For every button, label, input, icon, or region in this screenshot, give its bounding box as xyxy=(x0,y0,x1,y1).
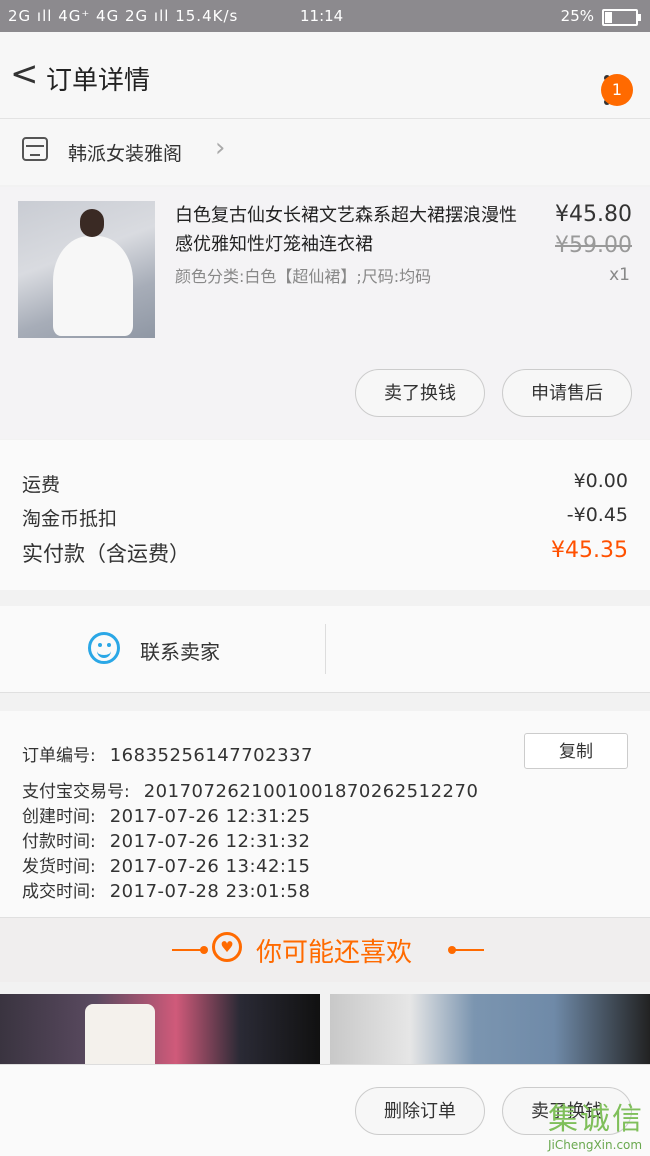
product-title: 白色复古仙女长裙文艺森系超大裙摆浪漫性感优雅知性灯笼袖连衣裙 xyxy=(175,205,517,255)
recommend-header: ♥ 你可能还喜欢 xyxy=(0,918,650,982)
completed-time-row: 成交时间: 2017-07-28 23:01:58 xyxy=(22,877,310,902)
store-icon xyxy=(22,137,48,161)
product-price: ¥45.80 xyxy=(555,202,632,227)
recommend-item-image[interactable] xyxy=(0,994,320,1064)
alipay-number-label: 支付宝交易号: xyxy=(22,782,130,802)
recommend-item-image[interactable] xyxy=(330,994,650,1064)
delete-order-button[interactable]: 删除订单 xyxy=(355,1087,485,1135)
eye-icon xyxy=(98,643,102,647)
shipped-time-value: 2017-07-26 13:42:15 xyxy=(109,856,311,877)
created-time-row: 创建时间: 2017-07-26 12:31:25 xyxy=(22,802,310,827)
clock: 11:14 xyxy=(300,7,344,25)
contact-seller-bar: 联系卖家 xyxy=(0,606,650,693)
heart-icon: ♥ xyxy=(212,932,242,962)
divider xyxy=(325,624,326,674)
order-number-label: 订单编号: xyxy=(22,746,96,766)
original-price: ¥59.00 xyxy=(555,233,632,258)
shipping-fee-row: 运费 ¥0.00 xyxy=(22,470,628,497)
created-time-label: 创建时间: xyxy=(22,807,96,827)
chevron-right-icon: › xyxy=(215,133,226,163)
watermark: 集诚信 JiChengXin.com xyxy=(548,1094,644,1152)
dress-shape xyxy=(53,236,133,336)
recommend-title: 你可能还喜欢 xyxy=(256,938,413,968)
page-title: 订单详情 xyxy=(46,66,151,96)
divider xyxy=(172,949,202,951)
smile-icon xyxy=(97,649,111,658)
bottom-action-bar: 删除订单 卖了换钱 集诚信 JiChengXin.com xyxy=(0,1064,650,1156)
resell-button[interactable]: 卖了换钱 xyxy=(355,369,485,417)
paid-time-label: 付款时间: xyxy=(22,832,96,852)
shop-name: 韩派女装雅阁 xyxy=(68,143,183,165)
completed-time-label: 成交时间: xyxy=(22,882,96,902)
completed-time-value: 2017-07-28 23:01:58 xyxy=(109,881,311,902)
phone-case-shape xyxy=(85,1004,155,1064)
coin-discount-value: -¥0.45 xyxy=(566,504,628,526)
after-sale-button[interactable]: 申请售后 xyxy=(502,369,632,417)
coin-discount-label: 淘金币抵扣 xyxy=(22,508,118,530)
product-spec: 颜色分类:白色【超仙裙】;尺码:均码 xyxy=(175,267,432,286)
dot-icon xyxy=(200,946,208,954)
battery-icon xyxy=(602,9,641,26)
shop-row[interactable]: 韩派女装雅阁 › xyxy=(0,119,650,185)
created-time-value: 2017-07-26 12:31:25 xyxy=(109,806,311,827)
alipay-number-value: 2017072621001001870262512270 xyxy=(143,781,479,802)
paid-time-value: 2017-07-26 12:31:32 xyxy=(109,831,311,852)
recommend-list xyxy=(0,994,650,1064)
contact-seller-button[interactable]: 联系卖家 xyxy=(140,636,220,665)
shipped-time-row: 发货时间: 2017-07-26 13:42:15 xyxy=(22,852,310,877)
order-number-value: 1683525614770233​7 xyxy=(109,745,313,766)
back-arrow-icon[interactable]: < xyxy=(10,57,39,91)
status-bar: 2G ıll 4G⁺ 4G 2G ıll 15.4K/s 11:14 25% xyxy=(0,0,650,32)
paid-time-row: 付款时间: 2017-07-26 12:31:32 xyxy=(22,827,310,852)
network-signal: 2G ıll 4G⁺ 4G 2G ıll 15.4K/s xyxy=(8,7,239,25)
model-head-shape xyxy=(80,209,104,237)
fee-summary: 运费 ¥0.00 淘金币抵扣 -¥0.45 实付款（含运费） ¥45.35 xyxy=(0,440,650,590)
chat-smile-icon[interactable] xyxy=(88,632,120,664)
coin-discount-row: 淘金币抵扣 -¥0.45 xyxy=(22,504,628,531)
order-info: 订单编号: 1683525614770233​7 复制 支付宝交易号: 201707… xyxy=(0,711,650,918)
shipped-time-label: 发货时间: xyxy=(22,857,96,877)
shipping-fee-value: ¥0.00 xyxy=(573,470,628,492)
notification-badge: 1 xyxy=(601,74,633,106)
copy-button[interactable]: 复制 xyxy=(524,733,628,769)
total-label: 实付款（含运费） xyxy=(22,542,190,566)
watermark-logo: 集诚信 xyxy=(548,1102,644,1137)
product-image xyxy=(18,201,155,338)
divider xyxy=(454,949,484,951)
order-number-row: 订单编号: 1683525614770233​7 xyxy=(22,741,313,766)
eye-icon xyxy=(107,643,111,647)
header: < 订单详情 1 xyxy=(0,32,650,119)
battery-percent: 25% xyxy=(560,7,594,25)
quantity: x1 xyxy=(609,265,630,285)
shipping-fee-label: 运费 xyxy=(22,474,61,496)
total-row: 实付款（含运费） ¥45.35 xyxy=(22,538,628,568)
network-speed: 15.4K/s xyxy=(175,7,239,25)
total-value: ¥45.35 xyxy=(551,538,628,563)
watermark-url: JiChengXin.com xyxy=(548,1138,643,1152)
alipay-number-row: 支付宝交易号: 2017072621001001870262512270 xyxy=(22,777,478,802)
order-item[interactable]: 白色复古仙女长裙文艺森系超大裙摆浪漫性感优雅知性灯笼袖连衣裙 颜色分类:白色【超… xyxy=(0,187,650,439)
